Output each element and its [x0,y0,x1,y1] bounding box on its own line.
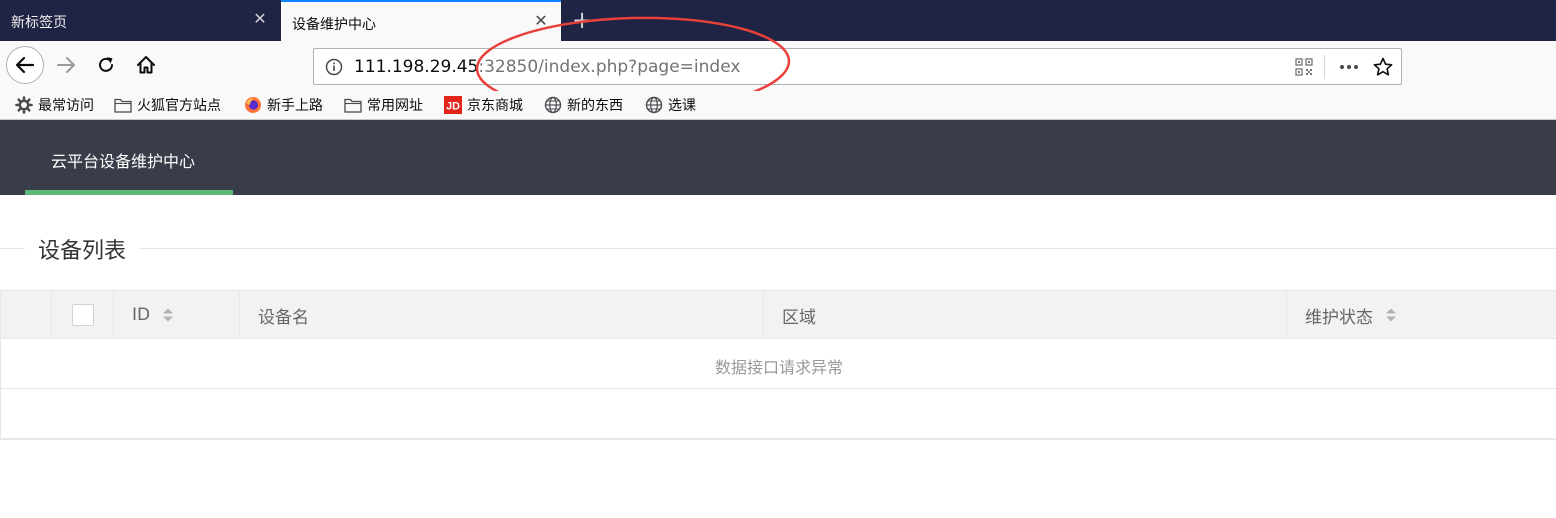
back-arrow-icon [15,56,35,74]
tab-new-tab[interactable]: 新标签页 ✕ [0,0,280,41]
app-header: 云平台设备维护中心 [0,119,1556,195]
empty-state-message: 数据接口请求异常 [714,358,843,377]
column-label-id: ID [132,305,151,325]
section-header: 设备列表 [0,230,1556,270]
bookmark-label: 最常访问 [38,98,94,114]
close-tab-icon[interactable]: ✕ [533,13,549,29]
home-button[interactable] [130,49,162,81]
header-cell-area: 区域 [764,291,1287,339]
bookmark-label: 新的东西 [567,98,623,114]
jd-icon: JD [444,96,462,114]
table-header-row: ID 设备名 区域 维护状态 [1,291,1556,339]
forward-arrow-icon [57,57,75,73]
url-path: :32850/index.php?page=index [478,57,741,77]
column-label-name: 设备名 [258,307,309,328]
header-cell-id[interactable]: ID [114,291,240,339]
tab-strip: 新标签页 ✕ 设备维护中心 ✕ + [0,0,1556,41]
device-table: ID 设备名 区域 维护状态 数据接口请求异常 [0,290,1556,440]
reload-button[interactable] [90,49,122,81]
table-spacer-row [1,389,1556,439]
svg-text:JD: JD [446,101,460,113]
bookmark-firefox-official[interactable]: 火狐官方站点 [114,94,221,116]
url-separator [1324,55,1325,79]
bookmark-most-visited[interactable]: 最常访问 [15,94,94,116]
url-bar[interactable]: 111.198.29.45:32850/index.php?page=index [313,48,1402,85]
header-cell-status[interactable]: 维护状态 [1287,291,1556,339]
header-cell-select [52,291,114,339]
active-nav-indicator [25,190,233,195]
new-tab-button[interactable]: + [568,6,596,34]
bookmark-jd-mall[interactable]: JD 京东商城 [444,94,523,116]
header-cell-name: 设备名 [240,291,764,339]
qr-code-icon[interactable] [1294,57,1314,77]
bookmark-common-sites[interactable]: 常用网址 [344,94,423,116]
bookmark-label: 常用网址 [367,98,423,114]
back-button[interactable] [6,46,44,84]
url-text[interactable]: 111.198.29.45:32850/index.php?page=index [354,57,740,77]
app-title-nav-item[interactable]: 云平台设备维护中心 [51,148,195,172]
forward-button[interactable] [50,49,82,81]
info-icon[interactable] [324,57,344,77]
close-tab-icon[interactable]: ✕ [252,11,268,27]
table-empty-row: 数据接口请求异常 [1,339,1556,389]
bookmark-star-icon[interactable] [1372,56,1394,78]
tab-title: 新标签页 [11,15,67,31]
bookmark-label: 新手上路 [267,98,323,114]
bookmark-course-selection[interactable]: 选课 [645,94,696,116]
column-label-status: 维护状态 [1305,307,1373,328]
bookmark-label: 火狐官方站点 [137,98,221,114]
url-host: 111.198.29.45 [354,57,479,77]
gear-icon [15,96,33,114]
section-title: 设备列表 [25,233,140,265]
firefox-icon [244,96,262,114]
folder-icon [344,96,362,114]
folder-icon [114,96,132,114]
select-all-checkbox[interactable] [71,304,94,326]
home-icon [137,56,155,74]
column-label-area: 区域 [782,307,816,328]
tab-title: 设备维护中心 [292,17,376,33]
bookmark-label: 选课 [668,98,696,114]
globe-icon [645,96,663,114]
bookmark-label: 京东商城 [467,98,523,114]
navigation-toolbar: 111.198.29.45:32850/index.php?page=index [0,41,1556,91]
bookmarks-toolbar: 最常访问 火狐官方站点 新手上路 常用网址 JD 京东商城 新的东西 选课 [0,91,1556,119]
sort-icon[interactable] [1385,307,1397,323]
bookmark-getting-started[interactable]: 新手上路 [244,94,323,116]
reload-icon [99,57,113,72]
globe-icon [544,96,562,114]
section-divider [0,248,1556,249]
page-actions-icon[interactable] [1338,57,1360,77]
sort-icon[interactable] [162,307,174,323]
header-cell-blank [1,291,52,339]
tab-device-center[interactable]: 设备维护中心 ✕ [281,0,561,41]
bookmark-new-stuff[interactable]: 新的东西 [544,94,623,116]
